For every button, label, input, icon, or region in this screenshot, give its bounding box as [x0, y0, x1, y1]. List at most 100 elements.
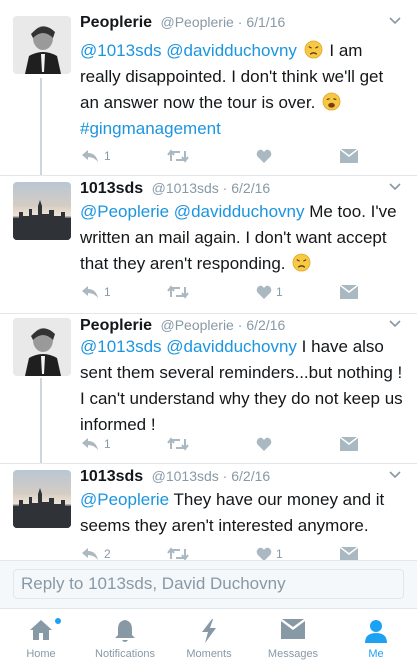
reply-count: 1 — [104, 285, 111, 299]
reply-count: 2 — [104, 547, 111, 560]
reply-count: 1 — [104, 149, 111, 163]
city-skyline-avatar[interactable] — [13, 470, 71, 528]
tab-me[interactable]: Me — [335, 609, 417, 660]
tweet[interactable]: 1013sds @1013sds · 6/2/16 @Peoplerie The… — [0, 464, 417, 560]
reply-icon — [82, 548, 98, 560]
reply-input[interactable] — [13, 569, 404, 599]
heart-icon — [256, 149, 272, 163]
tab-home[interactable]: Home — [0, 609, 82, 660]
reply-button[interactable]: 2 — [80, 544, 111, 560]
tweet-mentions[interactable]: @Peoplerie — [80, 490, 169, 509]
tweet-author-handle: @1013sds — [151, 180, 219, 196]
envelope-icon — [281, 619, 305, 639]
city-skyline-avatar[interactable] — [13, 182, 71, 240]
reply-icon — [82, 286, 98, 298]
tweet-text: @Peoplerie @davidduchovny Me too. I've w… — [80, 199, 406, 277]
tweet-date: 6/2/16 — [231, 468, 271, 484]
retweet-button[interactable] — [166, 544, 194, 560]
weary-face-emoji — [322, 92, 341, 111]
tweet-meta: @Peoplerie · 6/1/16 — [160, 14, 285, 30]
tweet-actions: 1 — [80, 146, 380, 166]
meta-separator: · — [222, 180, 228, 196]
tab-label: Home — [26, 648, 56, 660]
tweet-meta: @Peoplerie · 6/2/16 — [160, 317, 285, 333]
retweet-button[interactable] — [166, 282, 194, 302]
tab-moments[interactable]: Moments — [168, 609, 250, 660]
tab-notifications[interactable]: Notifications — [84, 609, 166, 660]
like-button[interactable]: 1 — [256, 282, 283, 302]
tweet[interactable]: Peoplerie @Peoplerie · 6/2/16 @1013sds @… — [0, 314, 417, 464]
tweet-actions: 1 — [80, 434, 380, 454]
heart-icon — [256, 285, 272, 299]
tab-label: Me — [368, 648, 384, 660]
tweet-meta: @1013sds · 6/2/16 — [152, 468, 271, 484]
reply-bar — [0, 560, 417, 609]
chevron-down-icon[interactable] — [387, 180, 403, 194]
like-button[interactable] — [256, 146, 276, 166]
reply-icon — [82, 150, 98, 162]
tweet[interactable]: Peoplerie @Peoplerie · 6/1/16 @1013sds @… — [0, 0, 417, 176]
like-count: 1 — [276, 547, 283, 560]
retweet-button[interactable] — [166, 434, 194, 454]
tweet-author-name[interactable]: 1013sds — [80, 468, 143, 485]
like-button[interactable]: 1 — [256, 544, 283, 560]
man-portrait-avatar[interactable] — [13, 16, 71, 74]
tweet-mentions[interactable]: @1013sds @davidduchovny — [80, 41, 297, 60]
reply-button[interactable]: 1 — [80, 434, 111, 454]
tweet-actions: 2 1 — [80, 544, 380, 560]
bell-icon — [115, 620, 135, 642]
direct-message-button[interactable] — [340, 282, 358, 302]
envelope-icon — [340, 285, 358, 299]
tweet-date: 6/2/16 — [246, 317, 286, 333]
like-button[interactable] — [256, 434, 276, 454]
meta-separator: · — [237, 14, 243, 30]
tweet-text: @1013sds @davidduchovny I have also sent… — [80, 334, 406, 438]
tweet-mentions[interactable]: @1013sds @davidduchovny — [80, 337, 297, 356]
tweet-text: @1013sds @davidduchovny I am really disa… — [80, 38, 406, 142]
notification-dot — [55, 618, 61, 624]
retweet-icon — [167, 149, 189, 163]
direct-message-button[interactable] — [340, 544, 358, 560]
reply-icon — [82, 438, 98, 450]
lightning-icon — [202, 619, 216, 643]
tweet-mentions[interactable]: @Peoplerie @davidduchovny — [80, 202, 304, 221]
meta-separator: · — [222, 468, 228, 484]
meta-separator: · — [237, 317, 243, 333]
chevron-down-icon[interactable] — [387, 14, 403, 28]
tweet-author-handle: @1013sds — [151, 468, 219, 484]
heart-icon — [256, 547, 272, 560]
tweet-meta: @1013sds · 6/2/16 — [152, 180, 271, 196]
disappointed-face-emoji — [304, 40, 323, 59]
envelope-icon — [340, 149, 358, 163]
retweet-icon — [167, 285, 189, 299]
tweet-date: 6/1/16 — [246, 14, 286, 30]
disappointed-face-emoji — [292, 253, 311, 272]
tweet-actions: 1 1 — [80, 282, 380, 302]
person-icon — [365, 620, 387, 643]
reply-count: 1 — [104, 437, 111, 451]
hashtag-link[interactable]: #gingmanagement — [80, 119, 221, 138]
thread-line — [40, 78, 42, 176]
man-portrait-avatar[interactable] — [13, 318, 71, 376]
tweet-author-handle: @Peoplerie — [160, 14, 234, 30]
reply-button[interactable]: 1 — [80, 282, 111, 302]
envelope-icon — [340, 437, 358, 451]
tab-label: Notifications — [95, 648, 155, 660]
conversation-thread: Peoplerie @Peoplerie · 6/1/16 @1013sds @… — [0, 0, 417, 560]
like-count: 1 — [276, 285, 283, 299]
chevron-down-icon[interactable] — [387, 468, 403, 482]
retweet-button[interactable] — [166, 146, 194, 166]
tweet-author-handle: @Peoplerie — [160, 317, 234, 333]
tweet-author-name[interactable]: Peoplerie — [80, 317, 152, 334]
tweet-author-name[interactable]: Peoplerie — [80, 14, 152, 31]
direct-message-button[interactable] — [340, 434, 358, 454]
tweet-date: 6/2/16 — [231, 180, 271, 196]
thread-line — [40, 378, 42, 464]
reply-button[interactable]: 1 — [80, 146, 111, 166]
tweet[interactable]: 1013sds @1013sds · 6/2/16 @Peoplerie @da… — [0, 176, 417, 314]
chevron-down-icon[interactable] — [387, 317, 403, 331]
tweet-text: @Peoplerie They have our money and it se… — [80, 487, 406, 539]
tweet-author-name[interactable]: 1013sds — [80, 180, 143, 197]
direct-message-button[interactable] — [340, 146, 358, 166]
tab-messages[interactable]: Messages — [252, 609, 334, 660]
